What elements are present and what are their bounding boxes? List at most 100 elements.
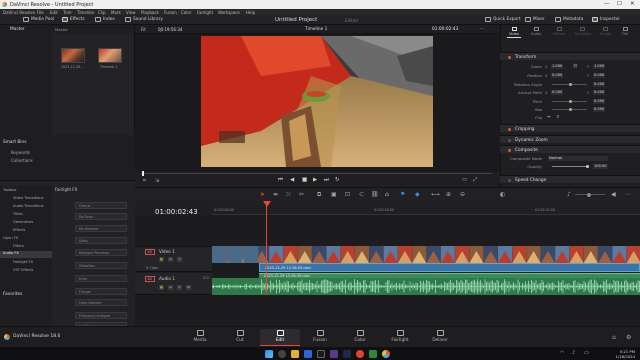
metadata-button[interactable]: Metadata bbox=[555, 17, 583, 22]
rotation-slider-handle[interactable] bbox=[569, 82, 572, 86]
audio-track-header[interactable]: A1 Audio 1 2.0 🔒 ⊡ S M bbox=[135, 273, 212, 295]
viewer-scrubber[interactable] bbox=[141, 173, 492, 174]
insert-clip-icon[interactable]: ⧉ bbox=[317, 191, 321, 199]
inspector-tab-video[interactable]: Video bbox=[509, 27, 519, 36]
trim-tool-icon[interactable]: ⇹ bbox=[273, 191, 278, 198]
composite-mode-dropdown[interactable]: Normal bbox=[548, 156, 608, 161]
snapping-icon[interactable]: ⊂ bbox=[359, 191, 364, 198]
blade-tool-icon[interactable]: ✂ bbox=[299, 191, 304, 198]
anchor-x-field[interactable]: 0.000 bbox=[551, 90, 564, 95]
menu-clip[interactable]: Clip bbox=[98, 10, 106, 15]
lock-track-icon[interactable]: 🔒 bbox=[159, 257, 164, 262]
playhead[interactable] bbox=[266, 201, 267, 295]
viewer-fit-dropdown[interactable]: Fit bbox=[141, 27, 146, 32]
lock-track-icon[interactable]: 🔒 bbox=[159, 285, 164, 290]
section-enabled-icon[interactable] bbox=[508, 148, 511, 152]
section-disabled-icon[interactable] bbox=[508, 138, 511, 142]
anchor-y-field[interactable]: 0.000 bbox=[593, 90, 606, 95]
file-explorer-icon[interactable] bbox=[291, 349, 299, 358]
linked-selection-icon[interactable]: ⛓ bbox=[371, 191, 379, 198]
page-tab-media[interactable]: Media bbox=[180, 329, 220, 346]
viewer-frame[interactable] bbox=[201, 36, 433, 167]
speed-change-section-header[interactable]: Speed Change bbox=[500, 175, 640, 183]
timeline-options-icon[interactable]: ⋯ bbox=[625, 191, 631, 198]
fx-tree-audio-transitions[interactable]: Audio Transitions bbox=[13, 204, 44, 208]
inspector-tab-audio[interactable]: Audio bbox=[531, 27, 541, 36]
fx-item[interactable]: Frequency Analyzer bbox=[75, 312, 127, 319]
fx-item[interactable]: Echo bbox=[75, 275, 127, 282]
page-tab-color[interactable]: Color bbox=[340, 329, 380, 346]
mute-button[interactable]: M bbox=[186, 285, 191, 290]
mute-icon[interactable]: ◀ bbox=[611, 191, 616, 198]
fx-item[interactable]: Foley Sampler bbox=[75, 299, 127, 306]
loop-icon[interactable]: ↻ bbox=[335, 177, 340, 183]
section-enabled-icon[interactable] bbox=[508, 127, 511, 131]
solo-button[interactable]: S bbox=[177, 285, 182, 290]
auto-select-icon[interactable]: ⊡ bbox=[168, 257, 173, 262]
fx-tree-open-fx[interactable]: Open FX bbox=[3, 236, 18, 240]
fx-tree-vst-effects[interactable]: VST Effects bbox=[13, 268, 33, 272]
obs-icon[interactable] bbox=[356, 349, 364, 358]
stop-icon[interactable]: ■ bbox=[302, 177, 307, 183]
track-badge-a1[interactable]: A1 bbox=[145, 276, 155, 282]
fx-item[interactable]: Flanger bbox=[75, 288, 127, 295]
position-y-field[interactable]: 0.000 bbox=[593, 73, 606, 78]
video-track-name[interactable]: Video 1 bbox=[159, 249, 175, 254]
dynamic-trim-icon[interactable]: ⤫ bbox=[286, 191, 291, 199]
inspector-tab-file[interactable]: File bbox=[622, 27, 628, 36]
pitch-slider-handle[interactable] bbox=[569, 99, 572, 103]
menu-file[interactable]: File bbox=[37, 10, 44, 15]
fx-tree-filters[interactable]: Filters bbox=[13, 244, 24, 248]
timeline-name[interactable]: Timeline 1 bbox=[305, 27, 327, 32]
clip-thumbnail-timeline[interactable] bbox=[98, 48, 122, 63]
fx-item[interactable]: De-Hummer bbox=[75, 225, 127, 232]
audio-meter-icon[interactable]: ◐ bbox=[500, 191, 505, 198]
yaw-field[interactable]: 0.000 bbox=[593, 107, 606, 112]
inspector-tab-image[interactable]: Image bbox=[600, 27, 611, 36]
menu-trim[interactable]: Trim bbox=[63, 10, 72, 15]
minimize-button[interactable]: — bbox=[604, 1, 610, 7]
section-disabled-icon[interactable] bbox=[508, 178, 511, 182]
fx-tree-toolbox[interactable]: Toolbox bbox=[3, 188, 16, 192]
flip-vertical-icon[interactable]: ⇕ bbox=[556, 115, 560, 120]
menu-edit[interactable]: Edit bbox=[50, 10, 58, 15]
go-to-end-icon[interactable]: ⏭ bbox=[324, 177, 329, 184]
menu-playback[interactable]: Playback bbox=[141, 10, 159, 15]
fx-tree-effects[interactable]: Effects bbox=[13, 228, 25, 232]
cropping-section-header[interactable]: Cropping bbox=[500, 124, 640, 132]
custom-zoom-icon[interactable]: ⊖ bbox=[460, 191, 465, 198]
section-enabled-icon[interactable] bbox=[508, 55, 511, 59]
steam-icon[interactable] bbox=[343, 349, 351, 358]
go-to-start-icon[interactable]: ⏮ bbox=[278, 177, 283, 184]
reverse-play-icon[interactable]: ◀ bbox=[290, 177, 294, 183]
settings-gear-icon[interactable]: ⚙ bbox=[626, 334, 631, 341]
menu-view[interactable]: View bbox=[126, 10, 136, 15]
pitch-field[interactable]: 0.000 bbox=[593, 99, 606, 104]
clip-thumbnail-video[interactable] bbox=[61, 48, 85, 63]
page-tab-edit[interactable]: Edit bbox=[260, 329, 300, 346]
fx-item[interactable]: Delay bbox=[75, 237, 127, 244]
full-extent-zoom-icon[interactable]: ⟷ bbox=[431, 191, 440, 198]
system-clock[interactable]: 5:21 PM 1/18/2024 bbox=[616, 349, 635, 359]
quick-export-button[interactable]: Quick Export bbox=[485, 17, 521, 22]
maximize-button[interactable]: ☐ bbox=[617, 1, 622, 7]
page-tab-cut[interactable]: Cut bbox=[220, 329, 260, 346]
battery-icon[interactable]: ▭ bbox=[584, 350, 589, 356]
match-frame-icon[interactable]: ▭ bbox=[462, 177, 467, 183]
timeline-ruler[interactable]: 01:00:00:00 01:00:16:00 01:00:32:00 bbox=[212, 201, 640, 215]
video-clip[interactable] bbox=[212, 246, 640, 263]
detail-zoom-icon[interactable]: ⊕ bbox=[446, 191, 451, 198]
selection-tool-icon[interactable]: ➤ bbox=[260, 191, 265, 198]
inspector-tab-effects[interactable]: Effects bbox=[553, 27, 565, 36]
close-button[interactable]: ✕ bbox=[630, 1, 635, 7]
viewer-options-icon[interactable]: ⋯ bbox=[480, 26, 485, 32]
opacity-slider-handle[interactable] bbox=[586, 164, 589, 168]
spotify-icon[interactable] bbox=[369, 349, 377, 358]
page-tab-fusion[interactable]: Fusion bbox=[300, 329, 340, 346]
fx-tree-generators[interactable]: Generators bbox=[13, 220, 33, 224]
video-clip-label-bar[interactable]: 2023-12-29 13-36-59.mkv bbox=[259, 263, 640, 272]
overwrite-clip-icon[interactable]: ▣ bbox=[331, 191, 337, 198]
media-pool-button[interactable]: Media Pool bbox=[23, 17, 54, 22]
fx-tree-fairlight-fx[interactable]: Fairlight FX bbox=[13, 260, 33, 264]
index-button[interactable]: Index bbox=[95, 17, 115, 22]
